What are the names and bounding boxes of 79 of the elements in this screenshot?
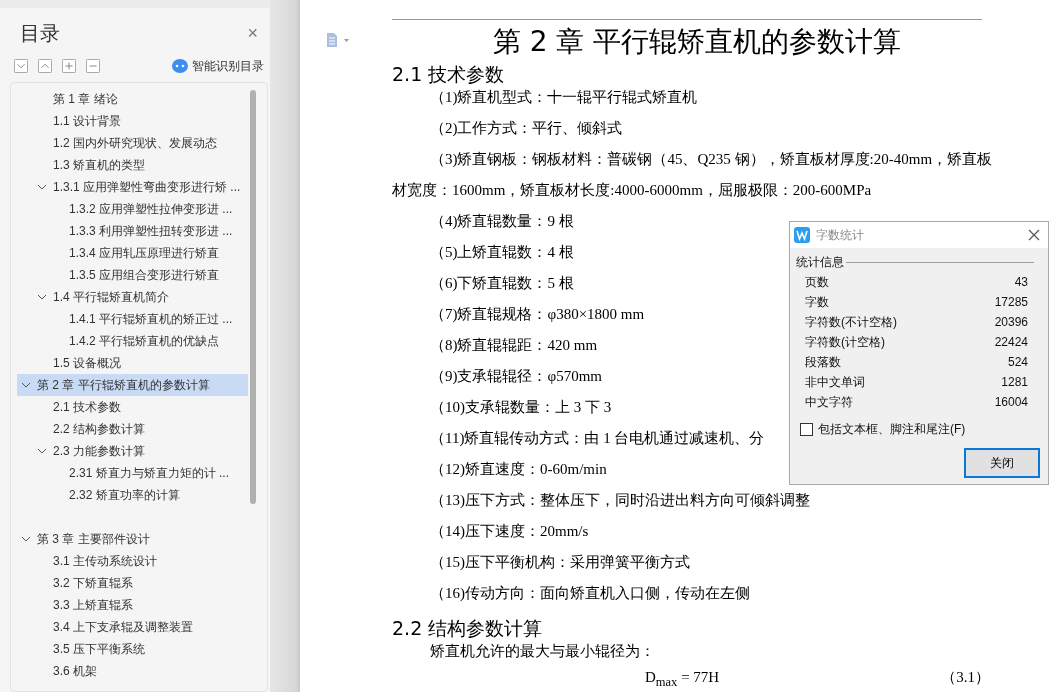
equation-number: （3.1） [941, 668, 990, 687]
paragraph: （16)传动方向：面向矫直机入口侧，传动在左侧 [429, 584, 750, 603]
toc-item[interactable]: 2.1 技术参数 [17, 396, 248, 418]
paragraph: （5)上矫直辊数：4 根 [429, 243, 574, 262]
toc-item[interactable]: 1.3.4 应用轧压原理进行矫直 [17, 242, 248, 264]
paragraph: （12)矫直速度：0-60m/min [429, 460, 607, 479]
scrollbar[interactable] [250, 90, 256, 504]
stat-label: 字符数(不计空格) [805, 313, 897, 331]
toc-item[interactable]: 2.3 力能参数计算 [17, 440, 248, 462]
toc-item[interactable]: 1.5 设备概况 [17, 352, 248, 374]
paragraph: （10)支承辊数量：上 3 下 3 [429, 398, 612, 417]
close-button[interactable]: 关闭 [964, 448, 1040, 478]
toc-item[interactable]: 1.4.2 平行辊矫直机的优缺点 [17, 330, 248, 352]
paragraph: （4)矫直辊数量：9 根 [429, 212, 574, 231]
stat-label: 非中文单词 [805, 373, 865, 391]
toc-item[interactable]: 1.3 矫直机的类型 [17, 154, 248, 176]
stat-value: 22424 [994, 335, 1028, 349]
section-heading: 2.1 技术参数 [392, 62, 506, 87]
toc-item[interactable]: 1.2 国内外研究现状、发展动态 [17, 132, 248, 154]
toc-item[interactable]: 3.1 主传动系统设计 [17, 550, 248, 572]
caret-icon[interactable] [21, 534, 31, 544]
toc-item[interactable]: 1.4.1 平行辊矫直机的矫正过 ... [17, 308, 248, 330]
paragraph: （2)工作方式：平行、倾斜式 [429, 119, 623, 138]
close-icon[interactable] [1028, 229, 1040, 241]
stat-value: 524 [1007, 355, 1028, 369]
stat-value: 1281 [1001, 375, 1028, 389]
paragraph: （8)矫直辊辊距：420 mm [429, 336, 598, 355]
toc-item[interactable]: 2.2 结构参数计算 [17, 418, 248, 440]
toc-item[interactable]: 1.3.5 应用组合变形进行矫直 [17, 264, 248, 286]
caret-icon[interactable] [37, 182, 47, 192]
section-heading: 2.2 结构参数计算 [392, 616, 544, 641]
dialog-title: 字数统计 [816, 226, 864, 244]
stat-value: 43 [1014, 275, 1028, 289]
paragraph: （11)矫直辊传动方式：由 1 台电机通过减速机、分 [429, 429, 765, 448]
toc-item[interactable]: 1.3.1 应用弹塑性弯曲变形进行矫 ... [17, 176, 248, 198]
stat-label: 字数 [805, 293, 829, 311]
toc-item[interactable]: 3.3 上矫直辊系 [17, 594, 248, 616]
toc-item[interactable]: 2.31 矫直力与矫直力矩的计 ... [17, 462, 248, 484]
paragraph: （1)矫直机型式：十一辊平行辊式矫直机 [429, 88, 698, 107]
panel-title: 目录 [20, 20, 60, 46]
formula: D$_{max}$ = 77H [645, 668, 720, 691]
paragraph: 矫直机允许的最大与最小辊径为： [429, 642, 655, 661]
caret-icon[interactable] [21, 380, 31, 390]
toc-item[interactable]: 3.4 上下支承辊及调整装置 [17, 616, 248, 638]
paragraph: （3)矫直钢板：钢板材料：普碳钢（45、Q235 钢），矫直板材厚度:20-40mm，矫直板材宽度：1600mm，矫直板材长度:4000-6000mm，屈服极限：200-600MPa [392, 150, 994, 200]
group-label: 统计信息 [796, 253, 844, 271]
toc-item[interactable]: 1.4 平行辊矫直机简介 [17, 286, 248, 308]
paragraph: （7)矫直辊规格：φ380×1800 mm [429, 305, 645, 324]
stat-label: 字符数(计空格) [805, 333, 885, 351]
stat-label: 段落数 [805, 353, 841, 371]
close-button[interactable]: × [243, 22, 262, 44]
paragraph: （9)支承辊辊径：φ570mm [429, 367, 602, 386]
toc-item[interactable]: 3.5 压下平衡系统 [17, 638, 248, 660]
paragraph: （15)压下平衡机构：采用弹簧平衡方式 [429, 553, 690, 572]
toc-item[interactable]: 3.2 下矫直辊系 [17, 572, 248, 594]
smart-toc-button[interactable]: 智能识别目录 [172, 57, 264, 75]
toc-item[interactable]: 第 1 章 绪论 [17, 88, 248, 110]
checkbox-option[interactable]: 包括文本框、脚注和尾注(F) [796, 421, 1034, 437]
toc-item[interactable]: 第 2 章 平行辊矫直机的参数计算 [17, 374, 248, 396]
stat-label: 页数 [805, 273, 829, 291]
caret-icon[interactable] [37, 446, 47, 456]
chapter-title: 第 2 章 平行辊矫直机的参数计算 [491, 24, 903, 60]
stat-value: 17285 [994, 295, 1028, 309]
toc-item[interactable]: 第 3 章 主要部件设计 [17, 528, 248, 550]
stat-value: 20396 [994, 315, 1028, 329]
app-logo-icon [794, 227, 810, 243]
toc-item[interactable]: 3.6 机架 [17, 660, 248, 682]
paragraph: （6)下矫直辊数：5 根 [429, 274, 574, 293]
toc-item[interactable]: 1.1 设计背景 [17, 110, 248, 132]
toc-item[interactable]: 1.3.3 利用弹塑性扭转变形进 ... [17, 220, 248, 242]
stat-label: 中文字符 [805, 393, 853, 411]
paragraph: （14)压下速度：20mm/s [429, 522, 589, 541]
paragraph: （13)压下方式：整体压下，同时沿进出料方向可倾斜调整 [429, 491, 810, 510]
robot-icon [172, 59, 188, 73]
stat-value: 16004 [994, 395, 1028, 409]
caret-icon[interactable] [37, 292, 47, 302]
checkbox[interactable] [800, 422, 813, 436]
toc-item[interactable]: 2.32 矫直功率的计算 [17, 484, 248, 506]
toc-item[interactable]: 1.3.2 应用弹塑性拉伸变形进 ... [17, 198, 248, 220]
